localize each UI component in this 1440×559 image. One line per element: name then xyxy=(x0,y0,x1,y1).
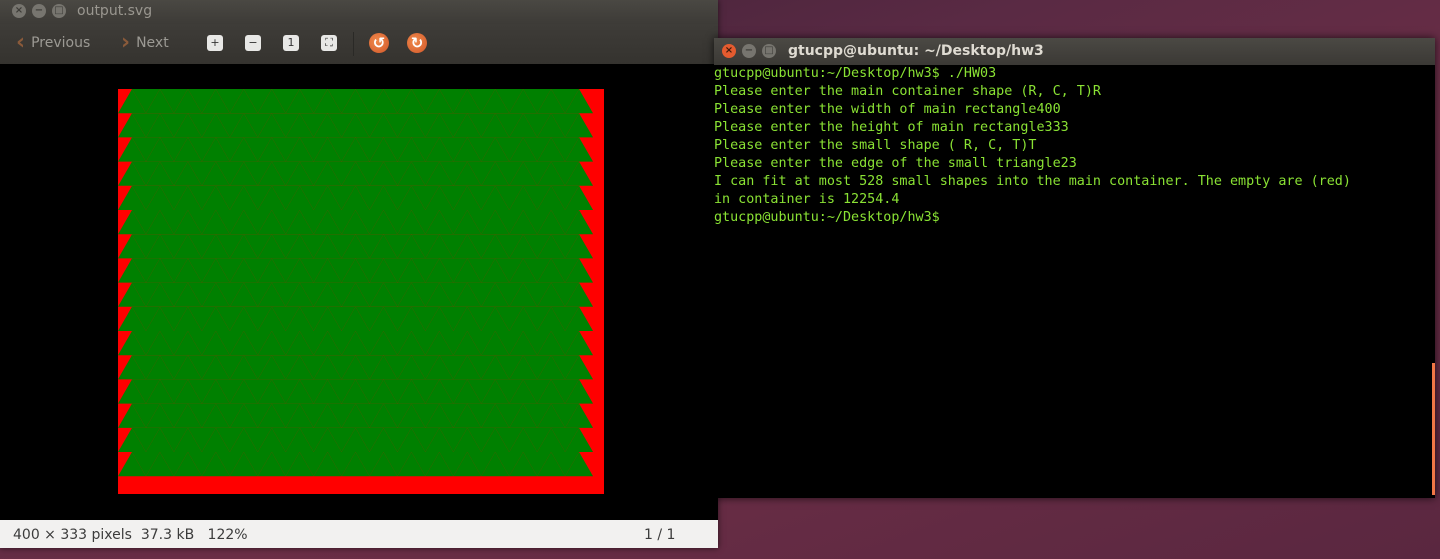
terminal-title: gtucpp@ubuntu: ~/Desktop/hw3 xyxy=(788,43,1044,59)
terminal-line: in container is 12254.4 xyxy=(714,192,900,207)
page-indicator: 1 / 1 xyxy=(644,527,676,543)
zoom-out-icon[interactable]: − xyxy=(245,35,261,51)
image-canvas[interactable] xyxy=(4,64,718,520)
terminal-scrollbar[interactable] xyxy=(1432,363,1435,495)
maximize-icon[interactable]: □ xyxy=(762,44,776,58)
terminal-line: Please enter the main container shape (R… xyxy=(714,84,1101,99)
previous-label: Previous xyxy=(31,35,91,51)
image-viewer-window: × − □ output.svg ‹ Previous › Next + − 1… xyxy=(0,0,718,548)
rotate-right-icon[interactable]: ↻ xyxy=(407,33,427,53)
close-icon[interactable]: × xyxy=(12,4,26,18)
minimize-icon[interactable]: − xyxy=(742,44,756,58)
close-icon[interactable]: × xyxy=(722,44,736,58)
toolbar-separator xyxy=(353,32,354,56)
rotate-left-icon[interactable]: ↺ xyxy=(369,33,389,53)
normal-size-icon[interactable]: 1 xyxy=(283,35,299,51)
zoom-in-icon[interactable]: + xyxy=(207,35,223,51)
terminal-output[interactable]: gtucpp@ubuntu:~/Desktop/hw3$ ./HW03 Plea… xyxy=(714,65,1435,498)
image-info: 400 × 333 pixels 37.3 kB 122% xyxy=(13,527,248,543)
viewer-titlebar[interactable]: × − □ output.svg xyxy=(0,0,718,24)
viewer-statusbar: 400 × 333 pixels 37.3 kB 122% 1 / 1 xyxy=(0,520,718,548)
output-image xyxy=(118,89,604,494)
viewer-toolbar: ‹ Previous › Next + − 1 ⛶ ↺ ↻ xyxy=(0,24,718,64)
chevron-left-icon: ‹ xyxy=(16,30,26,55)
next-button[interactable]: › Next xyxy=(121,30,169,55)
minimize-icon[interactable]: − xyxy=(32,4,46,18)
maximize-icon[interactable]: □ xyxy=(52,4,66,18)
terminal-prompt: gtucpp@ubuntu:~/Desktop/hw3$ xyxy=(714,210,948,225)
chevron-right-icon: › xyxy=(121,30,131,55)
terminal-line: Please enter the small shape ( R, C, T)T xyxy=(714,138,1037,153)
terminal-line: gtucpp@ubuntu:~/Desktop/hw3$ ./HW03 xyxy=(714,66,997,81)
terminal-line: Please enter the edge of the small trian… xyxy=(714,156,1077,171)
next-label: Next xyxy=(136,35,169,51)
previous-button[interactable]: ‹ Previous xyxy=(16,30,91,55)
terminal-line: I can fit at most 528 small shapes into … xyxy=(714,174,1351,189)
best-fit-icon[interactable]: ⛶ xyxy=(321,35,337,51)
terminal-line: Please enter the width of main rectangle… xyxy=(714,102,1061,117)
terminal-window: × − □ gtucpp@ubuntu: ~/Desktop/hw3 gtucp… xyxy=(714,38,1435,498)
terminal-line: Please enter the height of main rectangl… xyxy=(714,120,1069,135)
terminal-titlebar[interactable]: × − □ gtucpp@ubuntu: ~/Desktop/hw3 xyxy=(714,38,1435,65)
viewer-title: output.svg xyxy=(77,3,153,19)
